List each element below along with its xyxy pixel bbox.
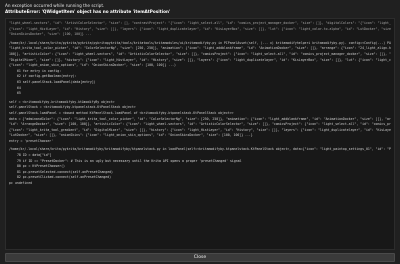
log-line: pc undefined — [9, 181, 33, 186]
error-type: AttributeError: 'QWidgetItem' object has… — [5, 9, 171, 14]
log-line: "id": "ArrangeDocker", "size": [100, 100… — [9, 122, 391, 127]
traceback-log[interactable]: "light_wheel-sectors", "id": "ArtistColo… — [5, 18, 395, 250]
log-line: "light_wheel-sectors", "id": "ArtistColo… — [9, 21, 391, 25]
log-line: /home/kr/.local/share/krita/pykrita/krit… — [9, 147, 391, 152]
error-header: An exception occurred while running the … — [5, 3, 395, 15]
log-line: 100]}, "artisticColor": {"icon": "light_… — [9, 51, 391, 56]
error-dialog: An exception occurred while running the … — [0, 0, 400, 264]
close-button[interactable]: Close — [5, 253, 395, 262]
